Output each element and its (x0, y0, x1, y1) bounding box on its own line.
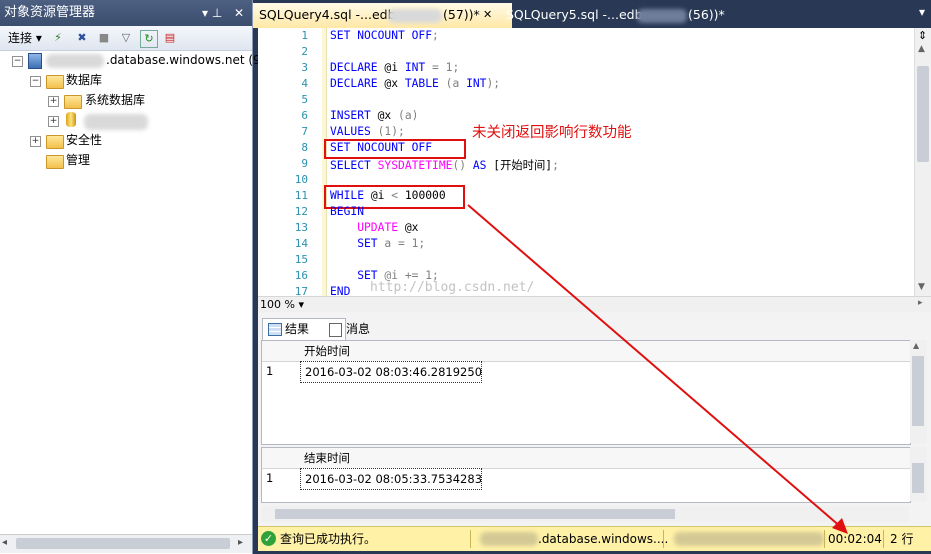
annotation-arrow-line (467, 204, 843, 529)
annotation-arrow (467, 204, 848, 534)
